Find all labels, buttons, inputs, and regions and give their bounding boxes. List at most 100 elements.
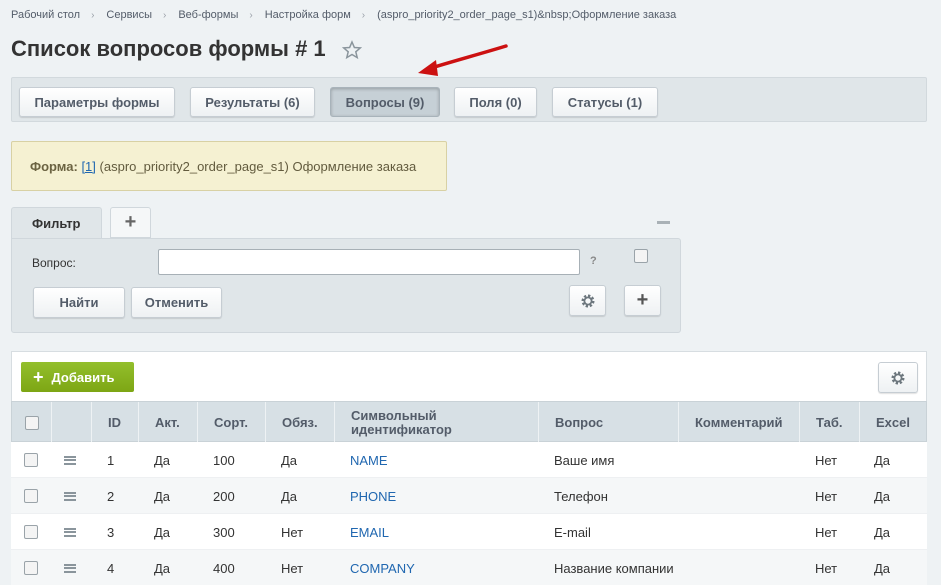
cell-sort: 300 bbox=[213, 524, 235, 540]
cell-sort: 200 bbox=[213, 488, 235, 504]
drag-handle-cell bbox=[64, 514, 76, 550]
tabs-bar: Параметры формы Результаты (6) Вопросы (… bbox=[11, 77, 927, 122]
filter-checkbox[interactable] bbox=[634, 249, 648, 263]
column-header-tab[interactable]: Таб. bbox=[800, 402, 860, 443]
breadcrumb-item-desktop[interactable]: Рабочий стол bbox=[11, 9, 80, 21]
cell-active: Да bbox=[154, 524, 171, 540]
cell-question: Ваше имя bbox=[554, 452, 615, 468]
tab-results[interactable]: Результаты (6) bbox=[190, 87, 315, 117]
row-checkbox[interactable] bbox=[24, 561, 38, 575]
column-header-required[interactable]: Обяз. bbox=[266, 402, 335, 443]
breadcrumb-item-services[interactable]: Сервисы bbox=[106, 9, 152, 21]
tab-questions[interactable]: Вопросы (9) bbox=[330, 87, 440, 117]
cell-tab: Нет bbox=[815, 560, 838, 576]
cell-tab: Нет bbox=[815, 452, 838, 468]
breadcrumb-item-webforms[interactable]: Веб-формы bbox=[178, 9, 238, 21]
drag-handle-icon[interactable] bbox=[64, 563, 76, 573]
cell-required: Нет bbox=[281, 524, 304, 540]
cell-required: Нет bbox=[281, 560, 304, 576]
drag-handle-cell bbox=[64, 442, 76, 478]
cell-code[interactable]: NAME bbox=[350, 442, 388, 478]
chevron-right-icon: › bbox=[91, 10, 95, 21]
cell-tab: Нет bbox=[815, 488, 838, 504]
row-checkbox[interactable] bbox=[24, 525, 38, 539]
question-filter-label: Вопрос: bbox=[32, 256, 76, 270]
cell-question: Название компании bbox=[554, 560, 674, 576]
cell-excel: Да bbox=[874, 452, 891, 468]
cell-excel: Да bbox=[874, 524, 891, 540]
chevron-right-icon: › bbox=[249, 10, 253, 21]
question-filter-input[interactable] bbox=[158, 249, 580, 275]
cell-sort: 400 bbox=[213, 560, 235, 576]
column-header-comment[interactable]: Комментарий bbox=[679, 402, 800, 443]
column-header-excel[interactable]: Excel bbox=[860, 402, 928, 443]
cell-question: Телефон bbox=[554, 488, 608, 504]
column-header-question[interactable]: Вопрос bbox=[539, 402, 679, 443]
row-checkbox-cell bbox=[24, 478, 38, 514]
add-button[interactable]: + Добавить bbox=[21, 362, 134, 392]
add-filter-field-button[interactable]: + bbox=[624, 285, 661, 316]
chevron-right-icon: › bbox=[162, 10, 167, 21]
cell-id: 4 bbox=[107, 560, 115, 576]
cell-code[interactable]: COMPANY bbox=[350, 550, 415, 585]
grid-toolbar: + Добавить bbox=[11, 351, 927, 402]
row-checkbox-cell bbox=[24, 514, 38, 550]
gear-icon bbox=[891, 371, 905, 384]
row-checkbox-cell bbox=[24, 442, 38, 478]
drag-handle-icon[interactable] bbox=[64, 491, 76, 501]
cell-id: 1 bbox=[107, 452, 115, 468]
filter-tab[interactable]: Фильтр bbox=[11, 207, 102, 240]
cell-code[interactable]: EMAIL bbox=[350, 514, 389, 550]
cell-active: Да bbox=[154, 488, 171, 504]
drag-handle-icon[interactable] bbox=[64, 455, 76, 465]
table-row[interactable]: 4 Да 400 Нет COMPANY Название компании Н… bbox=[11, 550, 927, 585]
gear-icon bbox=[581, 294, 594, 307]
tab-fields[interactable]: Поля (0) bbox=[454, 87, 537, 117]
cancel-button[interactable]: Отменить bbox=[131, 287, 222, 318]
find-button[interactable]: Найти bbox=[33, 287, 125, 318]
breadcrumb-item-form-settings[interactable]: Настройка форм bbox=[265, 9, 351, 21]
cell-question: E-mail bbox=[554, 524, 591, 540]
cell-active: Да bbox=[154, 560, 171, 576]
grid-header: ID Акт. Сорт. Обяз. Символьный идентифик… bbox=[11, 401, 928, 443]
cell-tab: Нет bbox=[815, 524, 838, 540]
row-checkbox[interactable] bbox=[24, 489, 38, 503]
minimize-icon[interactable] bbox=[657, 221, 670, 224]
cell-required: Да bbox=[281, 488, 298, 504]
page-title: Список вопросов формы # 1 bbox=[11, 36, 326, 61]
cell-id: 2 bbox=[107, 488, 115, 504]
filter-settings-button[interactable] bbox=[569, 285, 606, 316]
row-checkbox[interactable] bbox=[24, 453, 38, 467]
drag-handle-icon[interactable] bbox=[64, 527, 76, 537]
breadcrumb-item-current: (aspro_priority2_order_page_s1)&nbsp;Офо… bbox=[377, 9, 677, 21]
select-all-cell bbox=[12, 402, 52, 443]
column-header-id[interactable]: ID bbox=[92, 402, 139, 443]
breadcrumb: Рабочий стол › Сервисы › Веб-формы › Настройка… bbox=[11, 9, 676, 21]
cell-id: 3 bbox=[107, 524, 115, 540]
form-info-box: Форма: [1] (aspro_priority2_order_page_s… bbox=[11, 141, 447, 191]
table-row[interactable]: 3 Да 300 Нет EMAIL E-mail Нет Да bbox=[11, 514, 927, 550]
tab-statuses[interactable]: Статусы (1) bbox=[552, 87, 658, 117]
form-id-link[interactable]: [1] bbox=[81, 159, 95, 174]
add-filter-tab-button[interactable]: + bbox=[110, 207, 151, 238]
drag-handle-cell bbox=[64, 478, 76, 514]
column-header-active[interactable]: Акт. bbox=[139, 402, 198, 443]
grid-settings-button[interactable] bbox=[878, 362, 918, 393]
add-button-label: Добавить bbox=[51, 369, 115, 385]
drag-handle-cell bbox=[64, 550, 76, 585]
table-row[interactable]: 2 Да 200 Да PHONE Телефон Нет Да bbox=[11, 478, 927, 514]
cell-sort: 100 bbox=[213, 452, 235, 468]
table-row[interactable]: 1 Да 100 Да NAME Ваше имя Нет Да bbox=[11, 442, 927, 478]
cell-excel: Да bbox=[874, 488, 891, 504]
column-header-sort[interactable]: Сорт. bbox=[198, 402, 266, 443]
tab-form-params[interactable]: Параметры формы bbox=[19, 87, 175, 117]
cell-active: Да bbox=[154, 452, 171, 468]
star-icon[interactable] bbox=[342, 40, 362, 60]
column-header-code[interactable]: Символьный идентификатор bbox=[335, 402, 539, 443]
grid-body: 1 Да 100 Да NAME Ваше имя Нет Да 2 Да 20… bbox=[11, 442, 927, 585]
select-all-checkbox[interactable] bbox=[24, 415, 39, 430]
plus-icon: + bbox=[33, 367, 44, 387]
form-info-label: Форма: bbox=[30, 159, 78, 174]
help-icon[interactable]: ? bbox=[590, 255, 597, 267]
cell-code[interactable]: PHONE bbox=[350, 478, 396, 514]
